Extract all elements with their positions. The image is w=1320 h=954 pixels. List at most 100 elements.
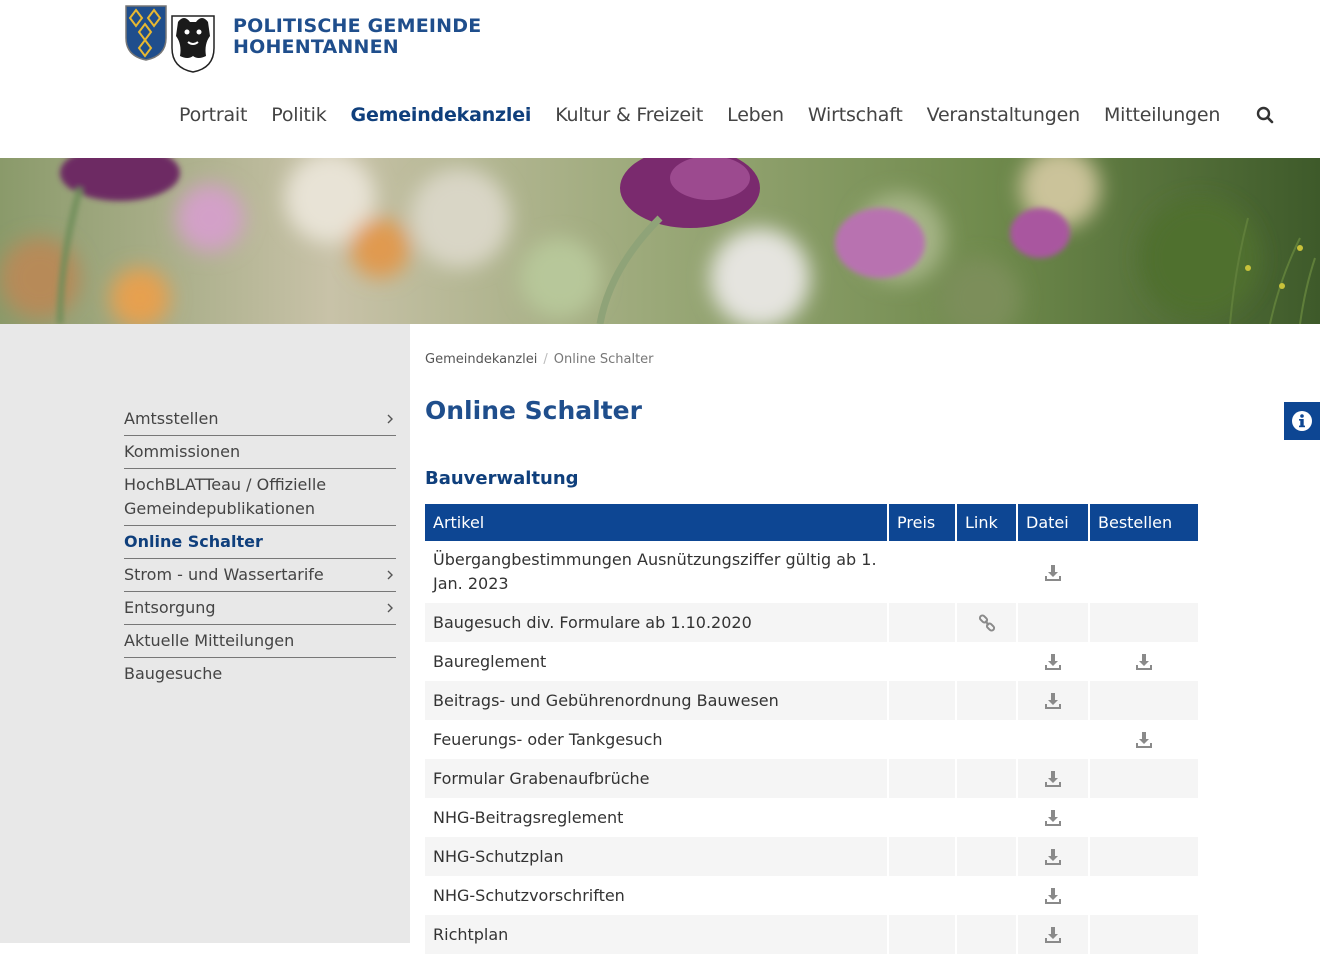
table-row: Richtplan [425, 915, 1198, 954]
table-row: NHG-Schutzplan [425, 837, 1198, 876]
sidebar-item-label: Baugesuche [124, 664, 223, 683]
table-row: NHG-Beitragsreglement [425, 798, 1198, 837]
cell-artikel: Richtplan [425, 915, 887, 954]
cell-bestellen [1090, 759, 1198, 798]
cell-bestellen [1090, 798, 1198, 837]
cell-datei[interactable] [1018, 876, 1088, 915]
breadcrumb-parent[interactable]: Gemeindekanzlei [425, 352, 537, 367]
table-row: Baureglement [425, 642, 1198, 681]
download-icon[interactable] [1044, 564, 1062, 582]
flower-meadow-image [0, 158, 1320, 324]
cell-preis [889, 798, 955, 837]
cell-artikel: Baureglement [433, 651, 547, 671]
column-header-datei: Datei [1018, 504, 1088, 541]
cell-artikel: Feuerungs- oder Tankgesuch [433, 729, 663, 749]
breadcrumb-current: Online Schalter [553, 352, 654, 367]
cell-link [957, 759, 1016, 798]
cell-bestellen [1090, 681, 1198, 720]
column-header-preis: Preis [889, 504, 955, 541]
sidebar-item-label: Entsorgung [124, 598, 216, 617]
cell-link [957, 915, 1016, 954]
site-logo[interactable]: POLITISCHE GEMEINDE HOHENTANNEN [124, 4, 481, 74]
cell-link [957, 541, 1016, 603]
cell-link[interactable] [957, 603, 1016, 642]
download-icon[interactable] [1044, 887, 1062, 905]
sidebar-item-kommissionen[interactable]: Kommissionen [124, 436, 396, 469]
breadcrumb-separator: / [543, 352, 548, 367]
sidebar-nav: Amtsstellen Kommissionen HochBLATTeau / … [124, 403, 396, 690]
cell-bestellen [1090, 876, 1198, 915]
table-row: Beitrags- und Gebührenordnung Bauwesen [425, 681, 1198, 720]
cell-bestellen[interactable] [1090, 642, 1198, 681]
sidebar-item-entsorgung[interactable]: Entsorgung [124, 592, 396, 625]
cell-bestellen[interactable] [1090, 720, 1198, 759]
order-download-icon[interactable] [1135, 653, 1153, 671]
table-row: NHG-Schutzvorschriften [425, 876, 1198, 915]
cell-bestellen [1090, 915, 1198, 954]
cell-preis [889, 541, 955, 603]
table-row: Baugesuch div. Formulare ab 1.10.2020 [425, 603, 1198, 642]
cell-link [957, 642, 1016, 681]
download-icon[interactable] [1044, 926, 1062, 944]
cell-artikel: Baugesuch div. Formulare ab 1.10.2020 [425, 603, 887, 642]
cell-artikel: Beitrags- und Gebührenordnung Bauwesen [425, 681, 887, 720]
cell-datei [1018, 720, 1088, 759]
nav-item-mitteilungen[interactable]: Mitteilungen [1104, 104, 1220, 126]
cell-link [957, 876, 1016, 915]
nav-item-wirtschaft[interactable]: Wirtschaft [808, 104, 903, 126]
sidebar-item-label: Amtsstellen [124, 409, 219, 428]
cell-artikel: NHG-Schutzvorschriften [433, 885, 625, 905]
download-icon[interactable] [1044, 692, 1062, 710]
sidebar-item-strom-wassertarife[interactable]: Strom - und Wassertarife [124, 559, 396, 592]
table-header-row: Artikel Preis Link Datei Bestellen [425, 504, 1198, 541]
cell-datei[interactable] [1018, 837, 1088, 876]
search-icon[interactable] [1256, 106, 1274, 124]
nav-item-veranstaltungen[interactable]: Veranstaltungen [927, 104, 1081, 126]
sidebar-item-aktuelle-mitteilungen[interactable]: Aktuelle Mitteilungen [124, 625, 396, 658]
download-icon[interactable] [1044, 809, 1062, 827]
breadcrumb: Gemeindekanzlei / Online Schalter [425, 352, 654, 367]
cell-datei[interactable] [1018, 759, 1088, 798]
sidebar: Amtsstellen Kommissionen HochBLATTeau / … [0, 324, 410, 943]
download-icon[interactable] [1044, 653, 1062, 671]
cell-bestellen [1090, 837, 1198, 876]
cell-preis [889, 603, 955, 642]
chevron-right-icon [387, 570, 393, 580]
nav-item-politik[interactable]: Politik [271, 104, 326, 126]
cell-artikel: NHG-Beitragsreglement [433, 807, 624, 827]
nav-item-portrait[interactable]: Portrait [179, 104, 247, 126]
nav-item-leben[interactable]: Leben [727, 104, 784, 126]
link-icon[interactable] [978, 614, 996, 632]
order-download-icon[interactable] [1135, 731, 1153, 749]
site-header: POLITISCHE GEMEINDE HOHENTANNEN Portrait… [0, 0, 1320, 158]
cell-datei[interactable] [1018, 915, 1088, 954]
sidebar-item-baugesuche[interactable]: Baugesuche [124, 658, 396, 690]
download-icon[interactable] [1044, 770, 1062, 788]
sidebar-item-label: Online Schalter [124, 532, 263, 551]
chevron-right-icon [387, 603, 393, 613]
cell-preis [889, 642, 955, 681]
cell-preis [889, 837, 955, 876]
sidebar-item-online-schalter[interactable]: Online Schalter [124, 526, 396, 559]
info-tab-button[interactable] [1284, 402, 1320, 440]
cell-datei[interactable] [1018, 541, 1088, 603]
logo-text: POLITISCHE GEMEINDE HOHENTANNEN [233, 16, 481, 58]
cell-bestellen [1090, 541, 1198, 603]
cell-link [957, 720, 1016, 759]
cell-preis [889, 876, 955, 915]
cell-datei[interactable] [1018, 642, 1088, 681]
column-header-link: Link [957, 504, 1016, 541]
nav-item-gemeindekanzlei[interactable]: Gemeindekanzlei [351, 104, 532, 126]
sidebar-item-hochblatteau[interactable]: HochBLATTeau / Offizielle Gemeindepublik… [124, 469, 396, 526]
nav-item-kultur-freizeit[interactable]: Kultur & Freizeit [555, 104, 703, 126]
cell-datei[interactable] [1018, 681, 1088, 720]
sidebar-item-label: Kommissionen [124, 442, 241, 461]
sidebar-item-amtsstellen[interactable]: Amtsstellen [124, 403, 396, 436]
cell-preis [889, 915, 955, 954]
chevron-right-icon [387, 414, 393, 424]
download-icon[interactable] [1044, 848, 1062, 866]
sidebar-item-label: HochBLATTeau / Offizielle Gemeindepublik… [124, 475, 327, 518]
cell-artikel: Formular Grabenaufbrüche [425, 759, 887, 798]
logo-line-1: POLITISCHE GEMEINDE [233, 15, 482, 37]
cell-datei[interactable] [1018, 798, 1088, 837]
